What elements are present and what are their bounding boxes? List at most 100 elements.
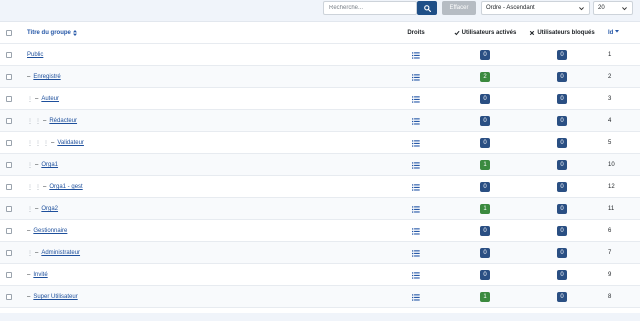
group-id: 1 [608,52,612,58]
tree-indent: ⋮ [35,184,41,191]
group-id: 12 [608,184,615,190]
tree-indent: ⋮ [27,118,33,125]
row-checkbox[interactable] [6,228,12,234]
tree-dash: – [27,272,31,278]
row-checkbox[interactable] [6,250,12,256]
filter-toolbar: Effacer Ordre - Ascendant 20 [0,0,640,20]
sort-by-id[interactable]: Id [608,30,620,36]
clear-button[interactable]: Effacer [442,1,476,15]
header-id-label: Id [608,30,614,36]
header-permissions: Droits [407,30,425,36]
list-icon[interactable] [412,95,420,103]
list-icon[interactable] [412,227,420,235]
group-title-link[interactable]: Orga1 - gest [49,184,82,190]
chevron-down-icon [622,7,627,11]
blocked-count-badge: 0 [557,138,567,148]
table-row: Public 0 0 1 [0,44,640,66]
list-icon[interactable] [412,161,420,169]
order-select-value: Ordre - Ascendant [486,5,535,11]
row-checkbox[interactable] [6,52,12,58]
select-all-checkbox[interactable] [6,30,12,36]
tree-prefix: ⋮ ⋮ – [27,184,49,191]
row-checkbox[interactable] [6,206,12,212]
list-icon[interactable] [412,271,420,279]
header-blocked: Utilisateurs bloqués [529,30,595,36]
sort-icon [72,30,77,36]
group-title-link[interactable]: Rédacteur [49,118,77,124]
tree-indent: ⋮ [27,250,33,257]
tree-dash: – [51,140,55,146]
list-icon[interactable] [412,183,420,191]
list-icon[interactable] [412,139,420,147]
tree-indent: ⋮ [27,96,33,103]
group-title-link[interactable]: Super Utilisateur [33,294,77,300]
row-checkbox[interactable] [6,272,12,278]
tree-indent: ⋮ [27,206,33,213]
header-enabled: Utilisateurs activés [454,30,516,36]
tree-dash: – [27,294,31,300]
list-icon[interactable] [412,117,420,125]
table-row: ⋮ ⋮ ⋮ – Validateur 0 0 5 [0,132,640,154]
group-title-link[interactable]: Validateur [57,140,84,146]
search-input[interactable] [323,1,417,15]
row-checkbox[interactable] [6,162,12,168]
table-header: Titre du groupe Droits Utilisateurs acti… [0,22,640,44]
groups-table: Titre du groupe Droits Utilisateurs acti… [0,21,640,313]
blocked-count-badge: 0 [557,72,567,82]
group-title-link[interactable]: Gestionnaire [33,228,67,234]
table-row: – Super Utilisateur 1 0 8 [0,286,640,308]
row-checkbox[interactable] [6,74,12,80]
row-checkbox[interactable] [6,96,12,102]
group-id: 7 [608,250,612,256]
blocked-count-badge: 0 [557,116,567,126]
group-title-link[interactable]: Orga2 [41,206,58,212]
tree-indent: ⋮ [35,118,41,125]
group-title-link[interactable]: Administrateur [41,250,80,256]
tree-prefix: ⋮ ⋮ ⋮ – [27,140,57,147]
enabled-count-badge: 0 [480,50,490,60]
group-title-link[interactable]: Public [27,52,43,58]
tree-dash: – [43,184,47,190]
search-button[interactable] [417,1,437,15]
table-row: ⋮ – Administrateur 0 0 7 [0,242,640,264]
enabled-count-badge: 1 [480,204,490,214]
row-checkbox[interactable] [6,118,12,124]
group-id: 4 [608,118,612,124]
header-title-label: Titre du groupe [27,30,71,36]
tree-indent: ⋮ [27,140,33,147]
group-title-link[interactable]: Invité [33,272,47,278]
list-icon[interactable] [412,293,420,301]
times-icon [530,30,535,36]
group-id: 5 [608,140,612,146]
table-row: – Enregistré 2 0 2 [0,66,640,88]
list-icon[interactable] [412,51,420,59]
row-checkbox[interactable] [6,184,12,190]
header-blocked-label: Utilisateurs bloqués [537,30,595,36]
chevron-down-icon [579,7,584,11]
check-icon [454,30,460,36]
tree-indent: ⋮ [27,184,33,191]
tree-prefix: ⋮ – [27,250,41,257]
enabled-count-badge: 0 [480,138,490,148]
group-id: 2 [608,74,612,80]
tree-indent: ⋮ [43,140,49,147]
group-id: 10 [608,162,615,168]
tree-dash: – [35,206,39,212]
row-checkbox[interactable] [6,140,12,146]
enabled-count-badge: 2 [480,72,490,82]
group-title-link[interactable]: Orga1 [41,162,58,168]
limit-select[interactable]: 20 [593,1,633,15]
sort-by-title[interactable]: Titre du groupe [27,30,77,36]
group-title-link[interactable]: Enregistré [33,74,60,80]
table-row: – Gestionnaire 0 0 6 [0,220,640,242]
list-icon[interactable] [412,73,420,81]
order-select[interactable]: Ordre - Ascendant [481,1,590,15]
group-title-link[interactable]: Auteur [41,96,59,102]
row-checkbox[interactable] [6,294,12,300]
list-icon[interactable] [412,205,420,213]
blocked-count-badge: 0 [557,182,567,192]
search-icon [423,4,431,12]
enabled-count-badge: 1 [480,292,490,302]
enabled-count-badge: 0 [480,248,490,258]
list-icon[interactable] [412,249,420,257]
